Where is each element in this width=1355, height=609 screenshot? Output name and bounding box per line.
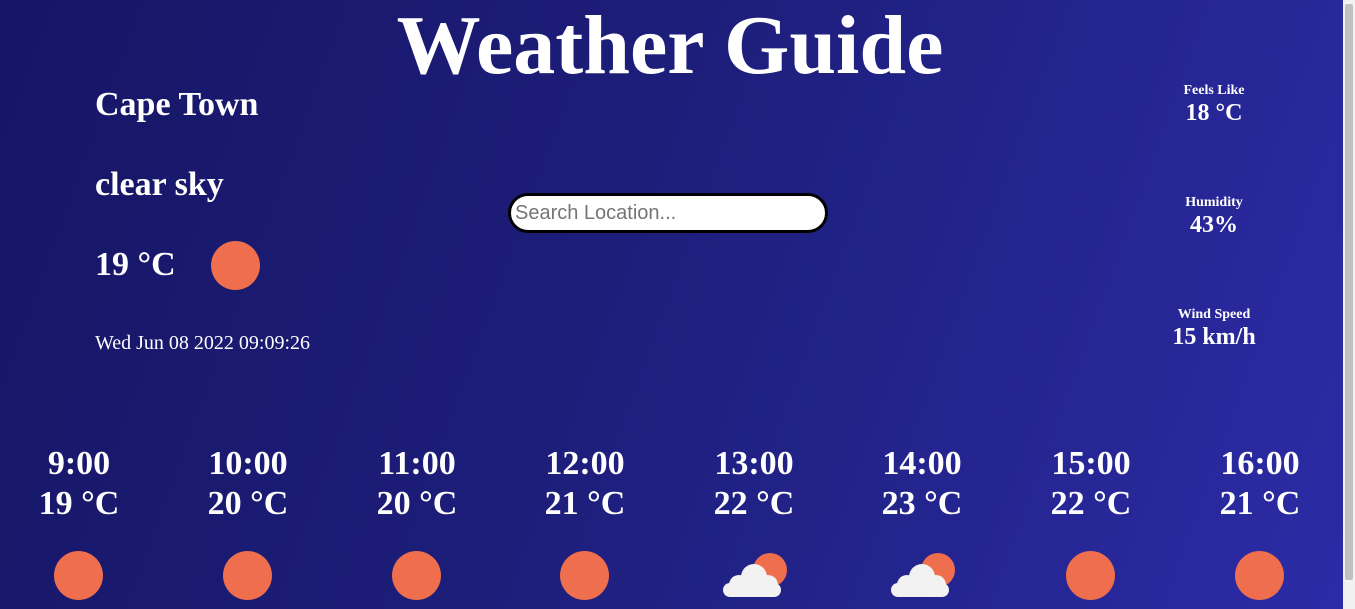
hourly-temperature: 22 °C [1050, 485, 1132, 522]
sun-icon [211, 241, 260, 290]
hourly-item: 16:00 21 °C [1185, 444, 1335, 524]
sun-icon [223, 551, 272, 600]
hourly-time: 9:00 [47, 445, 111, 482]
hourly-time: 10:00 [208, 445, 288, 482]
hourly-time: 16:00 [1220, 445, 1300, 482]
hourly-temperature: 20 °C [376, 485, 458, 522]
sun-icon [392, 551, 441, 600]
scrollbar-thumb[interactable] [1345, 4, 1353, 580]
hourly-time: 11:00 [378, 445, 456, 482]
hourly-time: 14:00 [882, 445, 962, 482]
weather-description: clear sky [95, 166, 224, 203]
partly-cloudy-icon [889, 553, 959, 599]
humidity-label: Humidity [1185, 195, 1243, 210]
hourly-temperature: 22 °C [713, 485, 795, 522]
sun-icon [1066, 551, 1115, 600]
feels-like-value: 18 °C [1185, 100, 1243, 126]
city-name: Cape Town [95, 86, 259, 123]
hourly-temperature: 20 °C [207, 485, 289, 522]
hourly-item: 11:00 20 °C [342, 444, 492, 524]
hourly-temperature: 21 °C [1219, 485, 1301, 522]
hourly-item: 12:00 21 °C [510, 444, 660, 524]
humidity-value: 43% [1190, 212, 1238, 238]
current-temperature: 19 °C [95, 246, 176, 283]
hourly-temperature: 19 °C [38, 485, 120, 522]
hourly-time: 13:00 [714, 445, 794, 482]
hourly-time: 15:00 [1051, 445, 1131, 482]
hourly-item: 13:00 22 °C [679, 444, 829, 524]
wind-speed-value: 15 km/h [1172, 324, 1256, 350]
sun-icon [1235, 551, 1284, 600]
humidity-stat: Humidity 43% [1144, 195, 1284, 239]
current-datetime: Wed Jun 08 2022 09:09:26 [95, 332, 311, 354]
sun-icon [54, 551, 103, 600]
scrollbar[interactable] [1343, 0, 1355, 609]
feels-like-stat: Feels Like 18 °C [1144, 83, 1284, 127]
wind-speed-stat: Wind Speed 15 km/h [1144, 307, 1284, 351]
page-title: Weather Guide [396, 0, 944, 92]
hourly-temperature: 23 °C [881, 485, 963, 522]
hourly-item: 15:00 22 °C [1016, 444, 1166, 524]
hourly-item: 14:00 23 °C [847, 444, 997, 524]
hourly-time: 12:00 [545, 445, 625, 482]
hourly-item: 9:00 19 °C [4, 444, 154, 524]
partly-cloudy-icon [721, 553, 791, 599]
feels-like-label: Feels Like [1183, 83, 1245, 98]
sun-icon [560, 551, 609, 600]
hourly-temperature: 21 °C [544, 485, 626, 522]
search-input[interactable] [508, 193, 828, 233]
hourly-item: 10:00 20 °C [173, 444, 323, 524]
wind-speed-label: Wind Speed [1177, 307, 1251, 322]
